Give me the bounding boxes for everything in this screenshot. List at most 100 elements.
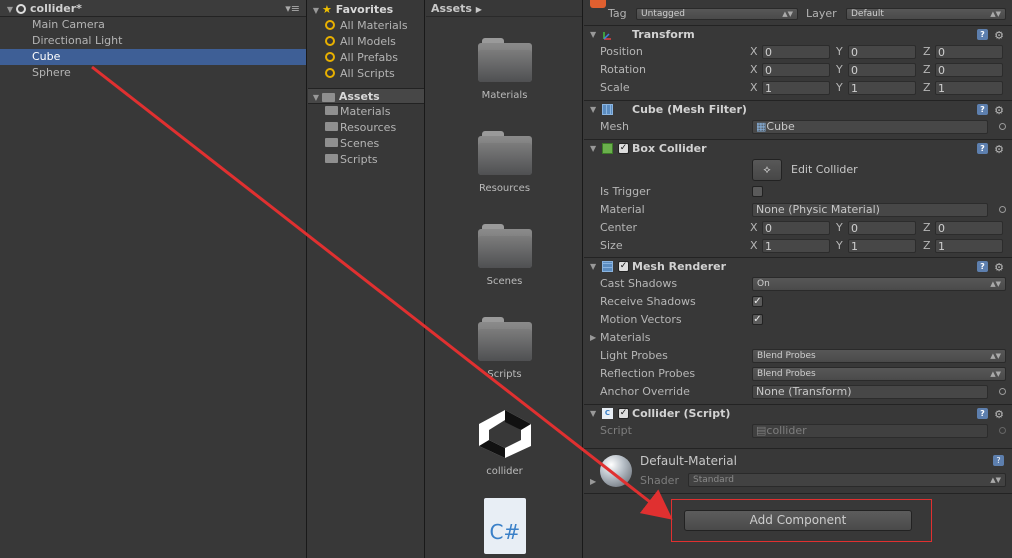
asset-scene-collider[interactable]: collider xyxy=(426,408,582,477)
asset-folder-scripts[interactable]: Scripts xyxy=(426,317,582,380)
script-value: collider xyxy=(766,424,807,437)
favorite-label: All Materials xyxy=(340,19,408,32)
folder-label: Materials xyxy=(340,105,391,118)
enabled-checkbox[interactable]: ✓ xyxy=(618,261,629,272)
asset-csharp-script[interactable]: C# xyxy=(426,498,582,554)
motion-vectors-checkbox[interactable]: ✓ xyxy=(752,314,763,325)
reflection-probes-dropdown[interactable]: Blend Probes ▲▼ xyxy=(752,367,1006,381)
position-y-field[interactable]: 0 xyxy=(848,45,916,59)
layer-dropdown[interactable]: Default ▲▼ xyxy=(846,8,1006,20)
assets-section[interactable]: ▼ Assets xyxy=(308,88,424,104)
mesh-renderer-icon xyxy=(602,261,613,272)
asset-folder-resources[interactable]: Resources xyxy=(426,131,582,194)
dropdown-value: Standard xyxy=(693,475,734,485)
fold-arrow-icon[interactable]: ▼ xyxy=(4,1,16,18)
asset-folder-scenes[interactable]: Scenes xyxy=(426,224,582,287)
favorite-all-materials[interactable]: All Materials xyxy=(308,18,424,34)
fold-arrow-icon[interactable]: ▼ xyxy=(590,405,596,423)
help-icon[interactable]: ? xyxy=(977,261,988,272)
tree-folder-resources[interactable]: Resources xyxy=(308,120,424,136)
property-label: Center xyxy=(600,221,638,234)
breadcrumb[interactable]: Assets ▶ xyxy=(426,0,582,17)
breadcrumb-assets[interactable]: Assets xyxy=(431,2,472,15)
size-x-field[interactable]: 1 xyxy=(762,239,830,253)
object-picker-icon[interactable] xyxy=(999,388,1006,395)
asset-label: Scenes xyxy=(486,276,523,287)
unity-logo-icon xyxy=(475,408,535,460)
asset-grid-panel: Assets ▶ Materials Resources Scenes Scri… xyxy=(426,0,583,558)
object-picker-icon[interactable] xyxy=(999,206,1006,213)
scale-z-field[interactable]: 1 xyxy=(935,81,1003,95)
hierarchy-item-sphere[interactable]: Sphere xyxy=(0,65,306,81)
is-trigger-checkbox[interactable] xyxy=(752,186,763,197)
light-probes-dropdown[interactable]: Blend Probes ▲▼ xyxy=(752,349,1006,363)
hierarchy-scene-header[interactable]: ▼ collider* ▾≡ xyxy=(0,0,306,17)
mesh-icon: ▦ xyxy=(756,120,767,133)
transform-header[interactable]: ▼ Transform ? ⚙ xyxy=(584,25,1012,43)
position-x-field[interactable]: 0 xyxy=(762,45,830,59)
rotation-z-field[interactable]: 0 xyxy=(935,63,1003,77)
object-picker-icon xyxy=(999,427,1006,434)
enabled-checkbox[interactable]: ✓ xyxy=(618,408,629,419)
materials-row[interactable]: ▶ Materials xyxy=(584,329,1012,347)
hierarchy-item-main-camera[interactable]: Main Camera xyxy=(0,17,306,33)
rotation-y-field[interactable]: 0 xyxy=(848,63,916,77)
property-label: Scale xyxy=(600,81,630,94)
physic-material-field[interactable]: None (Physic Material) xyxy=(752,203,988,217)
edit-collider-button[interactable]: ⟡ xyxy=(752,159,782,181)
add-component-button[interactable]: Add Component xyxy=(684,510,912,531)
tag-value: Untagged xyxy=(641,9,686,19)
fold-arrow-icon[interactable]: ▼ xyxy=(590,258,596,276)
asset-folder-materials[interactable]: Materials xyxy=(426,38,582,101)
help-icon[interactable]: ? xyxy=(977,143,988,154)
favorite-all-prefabs[interactable]: All Prefabs xyxy=(308,50,424,66)
enabled-checkbox[interactable]: ✓ xyxy=(618,143,629,154)
help-icon[interactable]: ? xyxy=(977,29,988,40)
center-z-field[interactable]: 0 xyxy=(935,221,1003,235)
object-picker-icon[interactable] xyxy=(999,123,1006,130)
fold-arrow-icon[interactable]: ▶ xyxy=(590,477,596,486)
help-icon[interactable]: ? xyxy=(993,455,1004,466)
favorites-section[interactable]: ▼ ★ Favorites xyxy=(308,2,424,18)
fold-arrow-icon[interactable]: ▶ xyxy=(590,329,596,347)
shader-dropdown[interactable]: Standard ▲▼ xyxy=(688,473,1006,487)
axis-label: Z xyxy=(923,63,931,76)
dropdown-value: On xyxy=(757,279,770,289)
mesh-renderer-header[interactable]: ▼ ✓ Mesh Renderer ? ⚙ xyxy=(584,257,1012,275)
fold-arrow-icon[interactable]: ▼ xyxy=(590,26,596,44)
tree-folder-scripts[interactable]: Scripts xyxy=(308,152,424,168)
center-y-field[interactable]: 0 xyxy=(848,221,916,235)
anchor-override-field[interactable]: None (Transform) xyxy=(752,385,988,399)
tree-folder-materials[interactable]: Materials xyxy=(308,104,424,120)
material-sphere-icon xyxy=(600,455,632,487)
favorite-all-models[interactable]: All Models xyxy=(308,34,424,50)
mesh-filter-header[interactable]: ▼ Cube (Mesh Filter) ? ⚙ xyxy=(584,100,1012,118)
size-z-field[interactable]: 1 xyxy=(935,239,1003,253)
search-icon xyxy=(325,20,335,30)
hierarchy-item-cube[interactable]: Cube xyxy=(0,49,306,65)
hierarchy-menu-icon[interactable]: ▾≡ xyxy=(285,0,300,17)
fold-arrow-icon[interactable]: ▼ xyxy=(590,101,596,119)
fold-arrow-icon[interactable]: ▼ xyxy=(590,140,596,158)
anchor-override-row: Anchor Override None (Transform) xyxy=(584,383,1012,401)
box-collider-header[interactable]: ▼ ✓ Box Collider ? ⚙ xyxy=(584,139,1012,157)
scale-x-field[interactable]: 1 xyxy=(762,81,830,95)
hierarchy-item-directional-light[interactable]: Directional Light xyxy=(0,33,306,49)
scale-y-field[interactable]: 1 xyxy=(848,81,916,95)
scene-name: collider* xyxy=(30,2,82,15)
mesh-field[interactable]: ▦Cube xyxy=(752,120,988,134)
property-label: Size xyxy=(600,239,623,252)
favorite-all-scripts[interactable]: All Scripts xyxy=(308,66,424,82)
tag-dropdown[interactable]: Untagged ▲▼ xyxy=(636,8,798,20)
help-icon[interactable]: ? xyxy=(977,104,988,115)
center-x-field[interactable]: 0 xyxy=(762,221,830,235)
size-y-field[interactable]: 1 xyxy=(848,239,916,253)
rotation-x-field[interactable]: 0 xyxy=(762,63,830,77)
tree-folder-scenes[interactable]: Scenes xyxy=(308,136,424,152)
receive-shadows-checkbox[interactable]: ✓ xyxy=(752,296,763,307)
position-z-field[interactable]: 0 xyxy=(935,45,1003,59)
collider-script-header[interactable]: ▼ C ✓ Collider (Script) ? ⚙ xyxy=(584,404,1012,422)
cast-shadows-dropdown[interactable]: On ▲▼ xyxy=(752,277,1006,291)
help-icon[interactable]: ? xyxy=(977,408,988,419)
fold-arrow-icon[interactable]: ▼ xyxy=(310,3,322,19)
